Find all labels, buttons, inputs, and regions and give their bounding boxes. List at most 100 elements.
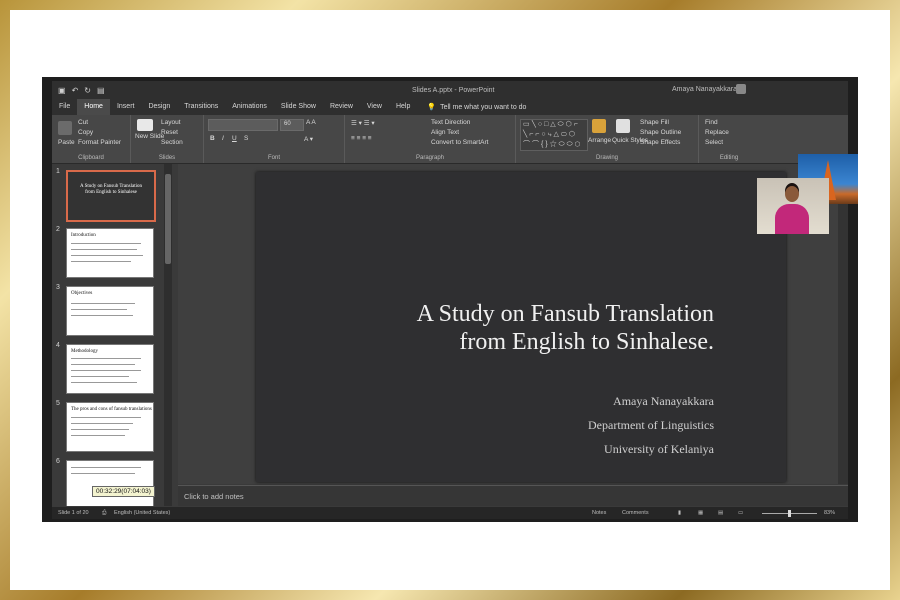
language-indicator[interactable]: English (United States) (114, 510, 170, 516)
thumbnail-text-line (71, 261, 131, 262)
user-avatar[interactable] (736, 84, 746, 94)
shape-outline-button[interactable]: Shape Outline (640, 129, 681, 136)
clipboard-group: Paste Cut Copy Format Painter Clipboard (52, 115, 131, 163)
arrange-icon[interactable] (592, 119, 606, 133)
shape-fill-button[interactable]: Shape Fill (640, 119, 669, 126)
thumbnail-item[interactable]: 3 Objectives (56, 284, 168, 336)
thumbnail-slide-5[interactable]: The pros and cons of fansub translations (66, 402, 154, 452)
thumbnail-slide-3[interactable]: Objectives (66, 286, 154, 336)
align-icons[interactable]: ≡ ≡ ≡ ≡ (351, 135, 372, 142)
thumbnail-item[interactable]: 5 The pros and cons of fansub translatio… (56, 400, 168, 452)
save-icon[interactable]: ▣ (58, 86, 66, 95)
tab-view[interactable]: View (360, 99, 389, 115)
zoom-level[interactable]: 83% (824, 510, 835, 516)
shapes-gallery[interactable]: ▭╲○□△⬭⬡⌐ ╲⌐⌐○⤷△⬭⬡ ⌒⌒{}☆⬭⬭⬡ (520, 119, 588, 151)
slide-title-line-2: from English to Sinhalese. (459, 329, 714, 355)
tab-help[interactable]: Help (389, 99, 417, 115)
normal-view-icon[interactable]: ▮ (678, 510, 681, 516)
copy-button[interactable]: Copy (78, 129, 93, 136)
bold-button[interactable]: B (210, 135, 215, 142)
thumbnail-number: 6 (56, 458, 60, 465)
thumbnail-item[interactable]: 1 A Study on Fansub Translation from Eng… (56, 168, 168, 222)
new-slide-button[interactable]: New Slide (135, 133, 164, 140)
thumbnail-text-line (71, 423, 133, 424)
drawing-label: Drawing (595, 155, 618, 161)
comments-button[interactable]: Comments (622, 510, 649, 516)
undo-icon[interactable]: ↶ (72, 86, 79, 95)
thumbnails-scrollbar[interactable] (164, 164, 172, 506)
thumbnail-item[interactable]: 2 Introduction (56, 226, 168, 278)
zoom-slider-knob[interactable] (788, 510, 791, 517)
bullets-icon[interactable]: ☰ ▾ ☰ ▾ (351, 119, 375, 127)
editor-scrollbar[interactable] (838, 164, 848, 484)
reading-view-icon[interactable]: ▤ (718, 510, 723, 516)
slide-sorter-icon[interactable]: ▦ (698, 510, 703, 516)
thumbnail-slide-6[interactable] (66, 460, 154, 506)
select-button[interactable]: Select (705, 139, 723, 146)
tab-animations[interactable]: Animations (225, 99, 274, 115)
paste-button[interactable]: Paste (58, 139, 75, 146)
slide-title[interactable]: A Study on Fansub Translation from Engli… (417, 300, 714, 356)
tab-transitions[interactable]: Transitions (177, 99, 225, 115)
thumbnail-text-line (71, 358, 141, 359)
tab-file[interactable]: File (52, 99, 77, 115)
thumbnail-item[interactable]: 6 (56, 458, 168, 506)
notes-toggle-button[interactable]: Notes (592, 510, 606, 516)
slideshow-view-icon[interactable]: ▭ (738, 510, 743, 516)
text-direction-button[interactable]: Text Direction (431, 119, 470, 126)
tab-home[interactable]: Home (77, 99, 110, 115)
find-button[interactable]: Find (705, 119, 718, 126)
font-name-input[interactable] (208, 119, 278, 131)
arrange-button[interactable]: Arrange (588, 137, 611, 144)
editing-label: Editing (719, 155, 739, 161)
tab-insert[interactable]: Insert (110, 99, 142, 115)
new-slide-icon[interactable] (137, 119, 153, 131)
tab-slide-show[interactable]: Slide Show (274, 99, 323, 115)
slide-author[interactable]: Amaya Nanayakkara (613, 394, 714, 409)
current-slide[interactable]: A Study on Fansub Translation from Engli… (256, 172, 786, 482)
convert-smartart-button[interactable]: Convert to SmartArt (431, 139, 488, 146)
spellcheck-icon[interactable]: ⎙ (102, 510, 106, 517)
paste-icon[interactable] (58, 121, 72, 135)
thumbnail-text-line (71, 255, 143, 256)
tab-review[interactable]: Review (323, 99, 360, 115)
reset-button[interactable]: Reset (161, 129, 178, 136)
format-painter-button[interactable]: Format Painter (78, 139, 121, 146)
thumbnail-text-line (71, 243, 141, 244)
shadow-button[interactable]: S (244, 135, 248, 142)
font-group: 60 A A B I U S A ▾ Font (204, 115, 345, 163)
thumbnail-slide-2[interactable]: Introduction (66, 228, 154, 278)
thumbnail-title: Introduction (71, 233, 96, 238)
shape-effects-button[interactable]: Shape Effects (640, 139, 680, 146)
document-title: Slides A.pptx - PowerPoint (412, 87, 495, 94)
font-size-input[interactable]: 60 (280, 119, 304, 131)
layout-button[interactable]: Layout (161, 119, 181, 126)
slide-editor: A Study on Fansub Translation from Engli… (178, 164, 848, 484)
thumbnail-slide-4[interactable]: Methodology (66, 344, 154, 394)
tab-design[interactable]: Design (141, 99, 177, 115)
thumbnails-scrollbar-thumb[interactable] (165, 174, 171, 264)
tell-me-box[interactable]: 💡 Tell me what you want to do (417, 103, 526, 112)
align-text-button[interactable]: Align Text (431, 129, 459, 136)
slides-label: Slides (158, 155, 176, 161)
thumbnail-item[interactable]: 4 Methodology (56, 342, 168, 394)
thumbnail-text-line (71, 309, 127, 310)
font-color-icon[interactable]: A ▾ (304, 135, 313, 143)
underline-button[interactable]: U (232, 135, 237, 142)
quick-styles-icon[interactable] (616, 119, 630, 133)
present-icon[interactable]: ▤ (97, 86, 105, 95)
user-name[interactable]: Amaya Nanayakkara (672, 86, 737, 93)
person-image (775, 204, 809, 234)
thumbnail-text-line (71, 370, 141, 371)
section-button[interactable]: Section (161, 139, 183, 146)
italic-button[interactable]: I (222, 135, 224, 142)
thumbnail-slide-1[interactable]: A Study on Fansub Translation from Engli… (66, 170, 156, 222)
redo-icon[interactable]: ↻ (84, 86, 91, 95)
cut-button[interactable]: Cut (78, 119, 88, 126)
slide-department[interactable]: Department of Linguistics (588, 418, 714, 433)
slide-university[interactable]: University of Kelaniya (604, 442, 714, 457)
ribbon: Paste Cut Copy Format Painter Clipboard … (52, 115, 848, 164)
notes-pane[interactable]: Click to add notes (178, 485, 848, 506)
replace-button[interactable]: Replace (705, 129, 729, 136)
grow-font-icon[interactable]: A A (306, 119, 316, 126)
